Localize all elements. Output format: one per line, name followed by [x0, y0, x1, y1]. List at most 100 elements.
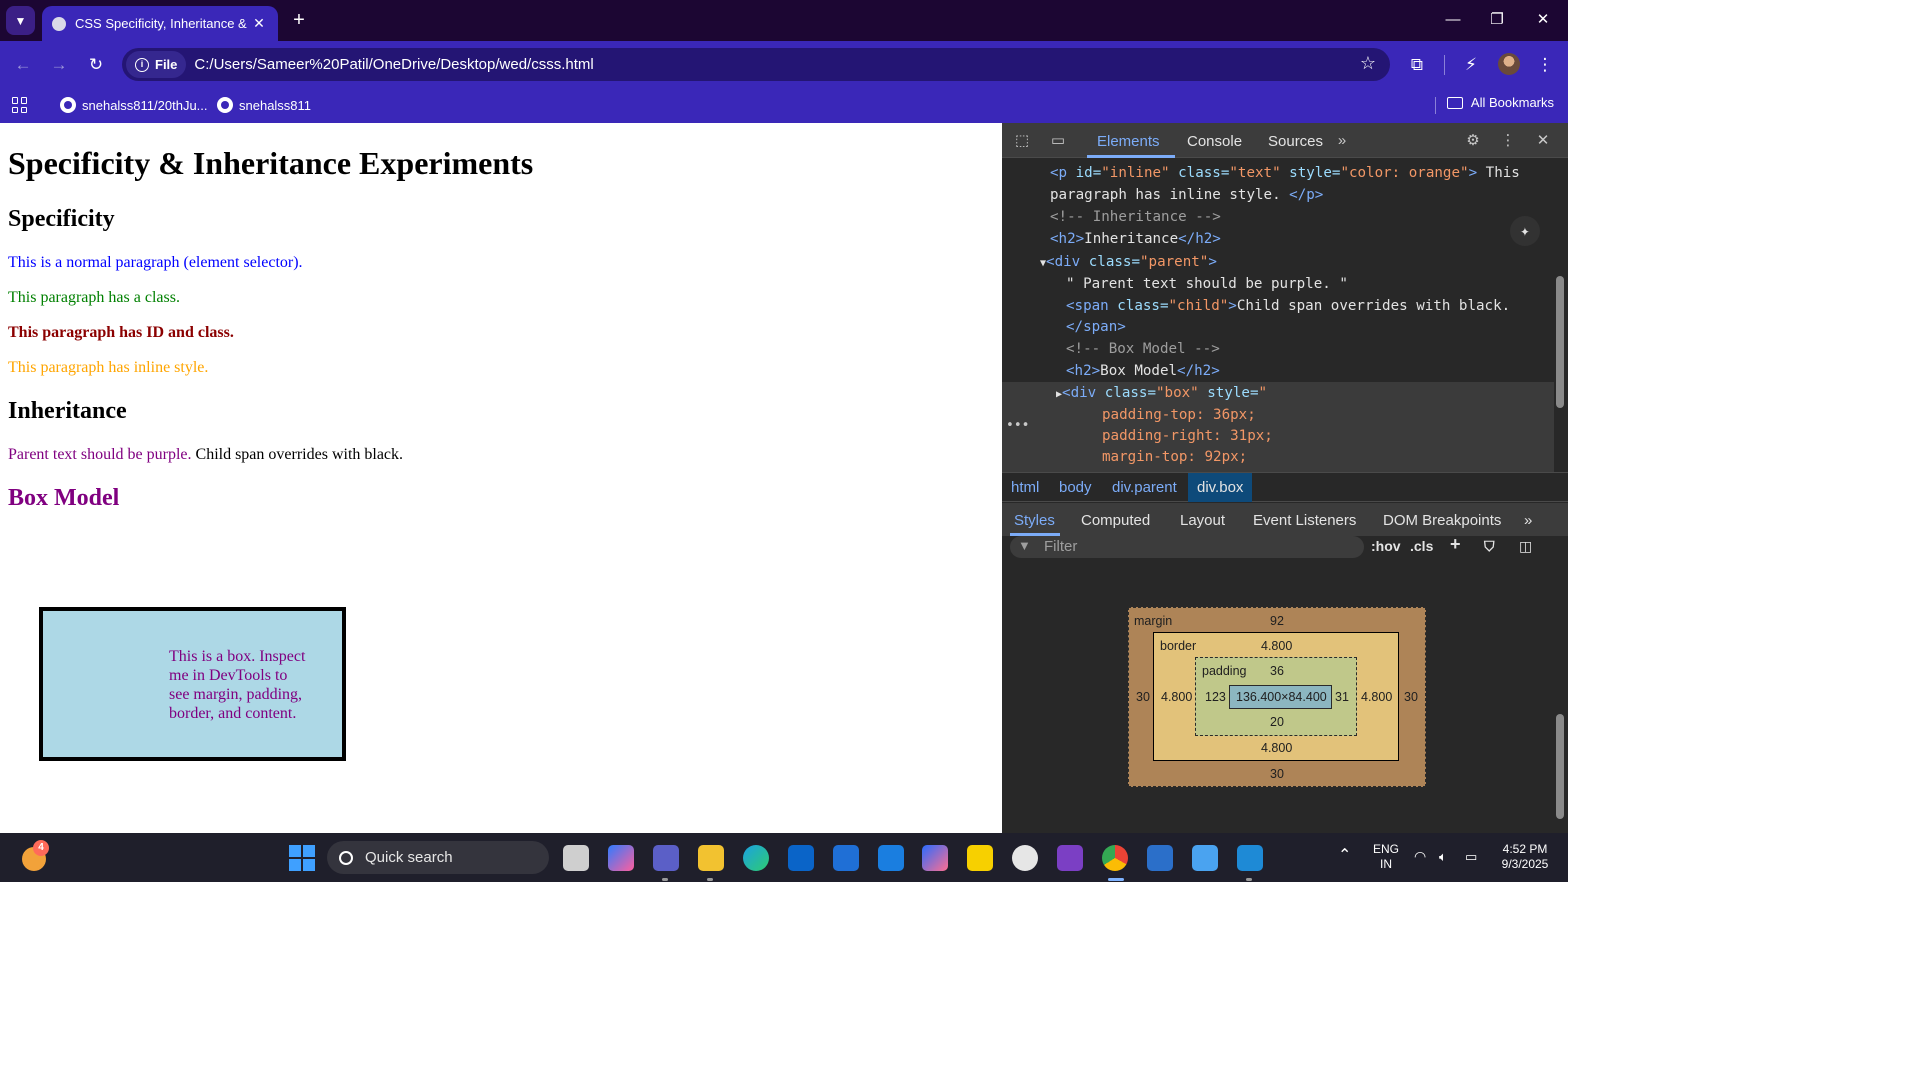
- hov-toggle[interactable]: :hov: [1371, 538, 1401, 554]
- tray-overflow-chevron-icon[interactable]: ⌃: [1338, 848, 1351, 864]
- margin-bottom-value[interactable]: 30: [1270, 767, 1284, 781]
- tab-sources[interactable]: Sources: [1268, 133, 1323, 150]
- code-line[interactable]: padding-top: 36px;: [1102, 407, 1256, 423]
- breadcrumb-div-box[interactable]: div.box: [1188, 473, 1253, 502]
- store-icon[interactable]: [878, 845, 904, 871]
- elements-tree[interactable]: <p id="inline" class="text" style="color…: [1002, 158, 1568, 472]
- minimize-button[interactable]: —: [1430, 8, 1476, 32]
- close-window-button[interactable]: ✕: [1520, 8, 1566, 32]
- scrollbar-thumb[interactable]: [1556, 276, 1564, 408]
- photos-icon[interactable]: [1147, 845, 1173, 871]
- tab-event-listeners[interactable]: Event Listeners: [1253, 512, 1356, 529]
- filter-input[interactable]: Filter: [1010, 536, 1364, 558]
- inspect-element-icon[interactable]: ⬚: [1012, 131, 1032, 151]
- task-view-icon[interactable]: [563, 845, 589, 871]
- tab-computed[interactable]: Computed: [1081, 512, 1150, 529]
- tab-console[interactable]: Console: [1187, 133, 1242, 150]
- profile-avatar[interactable]: [1498, 53, 1520, 75]
- clock-icon[interactable]: [1012, 845, 1038, 871]
- code-line[interactable]: paragraph has inline style. </p>: [1050, 187, 1323, 203]
- sidebar-toggle-icon[interactable]: ◫: [1519, 538, 1532, 555]
- settings-gear-icon[interactable]: ⚙: [1463, 131, 1483, 151]
- code-line[interactable]: ▼<div class="parent">: [1040, 254, 1217, 270]
- tab-styles[interactable]: Styles: [1014, 512, 1055, 529]
- border-bottom-value[interactable]: 4.800: [1261, 741, 1292, 755]
- code-line[interactable]: ▶<div class="box" style=": [1056, 385, 1267, 401]
- all-bookmarks-button[interactable]: All Bookmarks: [1446, 95, 1554, 110]
- language-indicator[interactable]: ENG IN: [1372, 842, 1400, 872]
- code-line[interactable]: <p id="inline" class="text" style="color…: [1050, 165, 1520, 181]
- url-text[interactable]: C:/Users/Sameer%20Patil/OneDrive/Desktop…: [194, 56, 593, 73]
- tab-dom-breakpoints[interactable]: DOM Breakpoints: [1383, 512, 1501, 529]
- address-bar[interactable]: i File C:/Users/Sameer%20Patil/OneDrive/…: [122, 48, 1390, 81]
- code-line[interactable]: </span>: [1066, 319, 1126, 335]
- breadcrumb-html[interactable]: html: [1011, 479, 1039, 496]
- styles-scrollbar[interactable]: [1554, 536, 1568, 833]
- power-automate-icon[interactable]: [833, 845, 859, 871]
- code-line[interactable]: <h2>Inheritance</h2>: [1050, 231, 1221, 247]
- outlook-icon[interactable]: [788, 845, 814, 871]
- code-line[interactable]: <!-- Inheritance -->: [1050, 209, 1221, 225]
- scrollbar-thumb[interactable]: [1556, 714, 1564, 819]
- breadcrumb-div-parent[interactable]: div.parent: [1112, 479, 1177, 496]
- close-devtools-icon[interactable]: ✕: [1533, 131, 1553, 151]
- cls-toggle[interactable]: .cls: [1410, 538, 1433, 554]
- notepad-icon[interactable]: [1192, 845, 1218, 871]
- breadcrumb-body[interactable]: body: [1059, 479, 1092, 496]
- bookmark-star-icon[interactable]: ☆: [1360, 53, 1376, 74]
- margin-right-value[interactable]: 30: [1404, 690, 1418, 704]
- margin-left-value[interactable]: 30: [1136, 690, 1150, 704]
- wifi-icon[interactable]: ◠: [1414, 849, 1426, 864]
- clock-area[interactable]: 4:52 PM 9/3/2025: [1494, 842, 1556, 872]
- extensions-icon[interactable]: ⧉: [1404, 52, 1430, 78]
- windows-start-icon[interactable]: [289, 845, 315, 871]
- copilot-icon[interactable]: [608, 845, 634, 871]
- more-tabs-icon[interactable]: »: [1332, 131, 1352, 151]
- bookmark-item[interactable]: snehalss811: [217, 95, 311, 115]
- restore-button[interactable]: ❐: [1474, 8, 1520, 32]
- teams-icon[interactable]: [653, 845, 679, 871]
- site-info-chip[interactable]: i File: [126, 51, 187, 78]
- code-line[interactable]: <!-- Box Model -->: [1066, 341, 1220, 357]
- more-subtabs-icon[interactable]: »: [1524, 512, 1532, 529]
- tab-search-button[interactable]: ▼: [6, 6, 35, 35]
- margin-top-value[interactable]: 92: [1270, 614, 1284, 628]
- border-top-value[interactable]: 4.800: [1261, 639, 1292, 653]
- border-right-value[interactable]: 4.800: [1361, 690, 1392, 704]
- back-button[interactable]: ←: [10, 52, 36, 78]
- onenote-icon[interactable]: [1057, 845, 1083, 871]
- device-toolbar-icon[interactable]: ▭: [1048, 131, 1068, 151]
- paint-brush-icon[interactable]: ⛉: [1484, 538, 1495, 555]
- taskbar-search[interactable]: Quick search: [327, 841, 549, 874]
- code-line[interactable]: margin-top: 92px;: [1102, 449, 1247, 465]
- accessibility-icon[interactable]: ✦: [1510, 216, 1540, 246]
- browser-tab-active[interactable]: CSS Specificity, Inheritance & B ✕: [42, 6, 278, 41]
- new-tab-button[interactable]: +: [288, 9, 310, 31]
- code-line[interactable]: <h2>Box Model</h2>: [1066, 363, 1220, 379]
- menu-kebab-icon[interactable]: ⋮: [1532, 52, 1558, 78]
- bookmark-item[interactable]: snehalss811/20thJu...: [60, 95, 208, 115]
- padding-top-value[interactable]: 36: [1270, 664, 1284, 678]
- border-left-value[interactable]: 4.800: [1161, 690, 1192, 704]
- tab-layout[interactable]: Layout: [1180, 512, 1225, 529]
- battery-icon[interactable]: ▭: [1465, 849, 1477, 864]
- file-explorer-icon[interactable]: [698, 845, 724, 871]
- code-line[interactable]: " Parent text should be purple. ": [1066, 276, 1348, 292]
- tab-elements[interactable]: Elements: [1097, 133, 1160, 150]
- new-rule-plus-icon[interactable]: +: [1450, 534, 1461, 555]
- padding-right-value[interactable]: 31: [1335, 690, 1349, 704]
- forward-button[interactable]: →: [46, 52, 72, 78]
- close-tab-icon[interactable]: ✕: [250, 15, 268, 32]
- code-line[interactable]: <span class="child">Child span overrides…: [1066, 298, 1510, 314]
- padding-bottom-value[interactable]: 20: [1270, 715, 1284, 729]
- node-actions-ellipsis[interactable]: •••: [1006, 418, 1029, 433]
- content-size-value[interactable]: 136.400×84.400: [1236, 690, 1327, 704]
- m365-icon[interactable]: [922, 845, 948, 871]
- apps-grid-icon[interactable]: [12, 97, 28, 113]
- code-line[interactable]: padding-right: 31px;: [1102, 428, 1273, 444]
- volume-muted-icon[interactable]: 🔈︎: [1439, 849, 1447, 864]
- edge-icon[interactable]: [743, 845, 769, 871]
- padding-left-value[interactable]: 123: [1205, 690, 1226, 704]
- vscode-icon[interactable]: [1237, 845, 1263, 871]
- sticky-notes-icon[interactable]: [967, 845, 993, 871]
